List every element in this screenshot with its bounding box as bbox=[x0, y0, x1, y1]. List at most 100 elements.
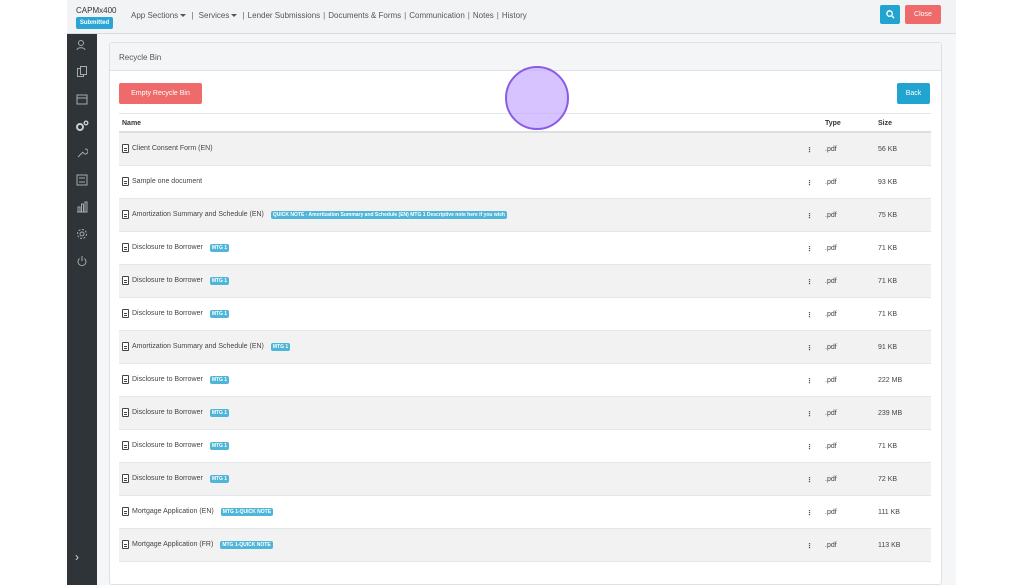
close-button[interactable]: Close bbox=[905, 5, 941, 24]
more-options-icon[interactable]: ⋮ bbox=[806, 443, 813, 451]
empty-recycle-bin-button[interactable]: Empty Recycle Bin bbox=[119, 83, 202, 104]
file-tag: MTG 1 bbox=[209, 375, 230, 384]
nav-app-sections[interactable]: App Sections bbox=[131, 11, 187, 20]
nav-lender-submissions[interactable]: Lender Submissions bbox=[248, 11, 320, 20]
status-badge: Submitted bbox=[76, 17, 113, 29]
power-icon[interactable] bbox=[75, 254, 89, 268]
file-type: .pdf bbox=[825, 179, 837, 186]
document-icon bbox=[122, 441, 129, 450]
table-row[interactable]: Disclosure to Borrower MTG 1 ⋮ .pdf 71 KB bbox=[119, 232, 931, 265]
more-options-icon[interactable]: ⋮ bbox=[806, 245, 813, 253]
document-icon bbox=[122, 507, 129, 516]
brand: CAPMx400 Submitted bbox=[76, 6, 116, 29]
nav-services[interactable]: Services bbox=[199, 11, 238, 20]
file-tag: MTG 1-QUICK NOTE bbox=[220, 507, 274, 516]
nav-history[interactable]: History bbox=[502, 11, 527, 20]
more-options-icon[interactable]: ⋮ bbox=[806, 146, 813, 154]
file-name-cell: Client Consent Form (EN) bbox=[122, 144, 213, 153]
table-row[interactable]: Disclosure to Borrower MTG 1 ⋮ .pdf 71 KB bbox=[119, 265, 931, 298]
file-name[interactable]: Amortization Summary and Schedule (EN) bbox=[132, 211, 264, 218]
table-row[interactable]: Client Consent Form (EN) ⋮ .pdf 56 KB bbox=[119, 133, 931, 166]
file-name-cell: Amortization Summary and Schedule (EN) MT… bbox=[122, 342, 291, 351]
file-size: 222 MB bbox=[878, 377, 903, 384]
search-icon bbox=[885, 10, 895, 19]
calendar-icon[interactable] bbox=[75, 92, 89, 106]
table-row[interactable]: Amortization Summary and Schedule (EN) QU… bbox=[119, 199, 931, 232]
column-header-type[interactable]: Type bbox=[825, 120, 841, 127]
file-name[interactable]: Mortgage Application (FR) bbox=[132, 541, 213, 548]
file-name-cell: Disclosure to Borrower MTG 1 bbox=[122, 309, 230, 318]
more-options-icon[interactable]: ⋮ bbox=[806, 344, 813, 352]
table-row[interactable]: Mortgage Application (FR) MTG 1-QUICK NOT… bbox=[119, 529, 931, 562]
nav-notes[interactable]: Notes bbox=[473, 11, 494, 20]
nav-communication[interactable]: Communication bbox=[409, 11, 465, 20]
file-size: 91 KB bbox=[878, 344, 898, 351]
file-name-cell: Disclosure to Borrower MTG 1 bbox=[122, 243, 230, 252]
gear-icon[interactable] bbox=[75, 227, 89, 241]
file-name[interactable]: Disclosure to Borrower bbox=[132, 442, 203, 449]
more-options-icon[interactable]: ⋮ bbox=[806, 410, 813, 418]
back-button[interactable]: Back bbox=[897, 83, 930, 104]
file-tag: MTG 1-QUICK NOTE bbox=[220, 540, 273, 549]
table-row[interactable]: Sample one document ⋮ .pdf 93 KB bbox=[119, 166, 931, 199]
more-options-icon[interactable]: ⋮ bbox=[806, 542, 813, 550]
file-type: .pdf bbox=[825, 542, 837, 549]
file-size: 75 KB bbox=[878, 212, 898, 219]
file-type: .pdf bbox=[825, 212, 837, 219]
file-name[interactable]: Disclosure to Borrower bbox=[132, 277, 203, 284]
more-options-icon[interactable]: ⋮ bbox=[806, 179, 813, 187]
table-row[interactable]: Amortization Summary and Schedule (EN) MT… bbox=[119, 331, 931, 364]
file-tag: MTG 1 bbox=[209, 276, 230, 285]
document-icon bbox=[122, 177, 129, 186]
file-name[interactable]: Client Consent Form (EN) bbox=[132, 145, 213, 152]
table-row[interactable]: Disclosure to Borrower MTG 1 ⋮ .pdf 71 KB bbox=[119, 430, 931, 463]
more-options-icon[interactable]: ⋮ bbox=[806, 377, 813, 385]
users-icon[interactable] bbox=[75, 38, 89, 52]
nav-separator: | bbox=[323, 11, 326, 20]
table-row[interactable]: Mortgage Application (EN) MTG 1-QUICK NOT… bbox=[119, 496, 931, 529]
table-row[interactable]: Disclosure to Borrower MTG 1 ⋮ .pdf 71 KB bbox=[119, 298, 931, 331]
file-name[interactable]: Disclosure to Borrower bbox=[132, 376, 203, 383]
column-header-size[interactable]: Size bbox=[878, 120, 892, 127]
file-name[interactable]: Disclosure to Borrower bbox=[132, 310, 203, 317]
file-name[interactable]: Disclosure to Borrower bbox=[132, 475, 203, 482]
table-body: Client Consent Form (EN) ⋮ .pdf 56 KB Sample… bbox=[119, 133, 931, 562]
more-options-icon[interactable]: ⋮ bbox=[806, 509, 813, 517]
table-row[interactable]: Disclosure to Borrower MTG 1 ⋮ .pdf 72 KB bbox=[119, 463, 931, 496]
file-name[interactable]: Mortgage Application (EN) bbox=[132, 508, 214, 515]
search-button[interactable] bbox=[880, 5, 900, 24]
more-options-icon[interactable]: ⋮ bbox=[806, 311, 813, 319]
file-name[interactable]: Disclosure to Borrower bbox=[132, 409, 203, 416]
more-options-icon[interactable]: ⋮ bbox=[806, 212, 813, 220]
file-name[interactable]: Amortization Summary and Schedule (EN) bbox=[132, 343, 264, 350]
files-table: Name Type Size Client Consent Form (EN) ⋮… bbox=[119, 113, 931, 562]
documents-icon[interactable] bbox=[75, 65, 89, 79]
document-icon bbox=[122, 210, 129, 219]
bar-chart-icon[interactable] bbox=[75, 200, 89, 214]
nav-separator: | bbox=[467, 11, 470, 20]
file-name[interactable]: Sample one document bbox=[132, 178, 202, 185]
settings-cogs-icon[interactable] bbox=[75, 119, 89, 133]
top-nav: App Sections | Services | Lender Submiss… bbox=[131, 11, 527, 20]
table-row[interactable]: Disclosure to Borrower MTG 1 ⋮ .pdf 239 MB bbox=[119, 397, 931, 430]
document-icon bbox=[122, 408, 129, 417]
file-name-cell: Disclosure to Borrower MTG 1 bbox=[122, 441, 230, 450]
file-name-cell: Amortization Summary and Schedule (EN) QU… bbox=[122, 210, 507, 219]
document-icon bbox=[122, 540, 129, 549]
file-name[interactable]: Disclosure to Borrower bbox=[132, 244, 203, 251]
file-size: 239 MB bbox=[878, 410, 903, 417]
document-icon bbox=[122, 309, 129, 318]
more-options-icon[interactable]: ⋮ bbox=[806, 476, 813, 484]
file-type: .pdf bbox=[825, 245, 837, 252]
wrench-icon[interactable] bbox=[75, 146, 89, 160]
brand-name: CAPMx400 bbox=[76, 6, 117, 15]
nav-documents-forms[interactable]: Documents & Forms bbox=[328, 11, 401, 20]
chevron-right-icon[interactable]: › bbox=[75, 550, 79, 564]
list-icon[interactable] bbox=[75, 173, 89, 187]
table-row[interactable]: Disclosure to Borrower MTG 1 ⋮ .pdf 222 MB bbox=[119, 364, 931, 397]
column-header-name[interactable]: Name bbox=[122, 120, 141, 127]
more-options-icon[interactable]: ⋮ bbox=[806, 278, 813, 286]
document-icon bbox=[122, 474, 129, 483]
file-type: .pdf bbox=[825, 377, 837, 384]
file-size: 71 KB bbox=[878, 443, 898, 450]
